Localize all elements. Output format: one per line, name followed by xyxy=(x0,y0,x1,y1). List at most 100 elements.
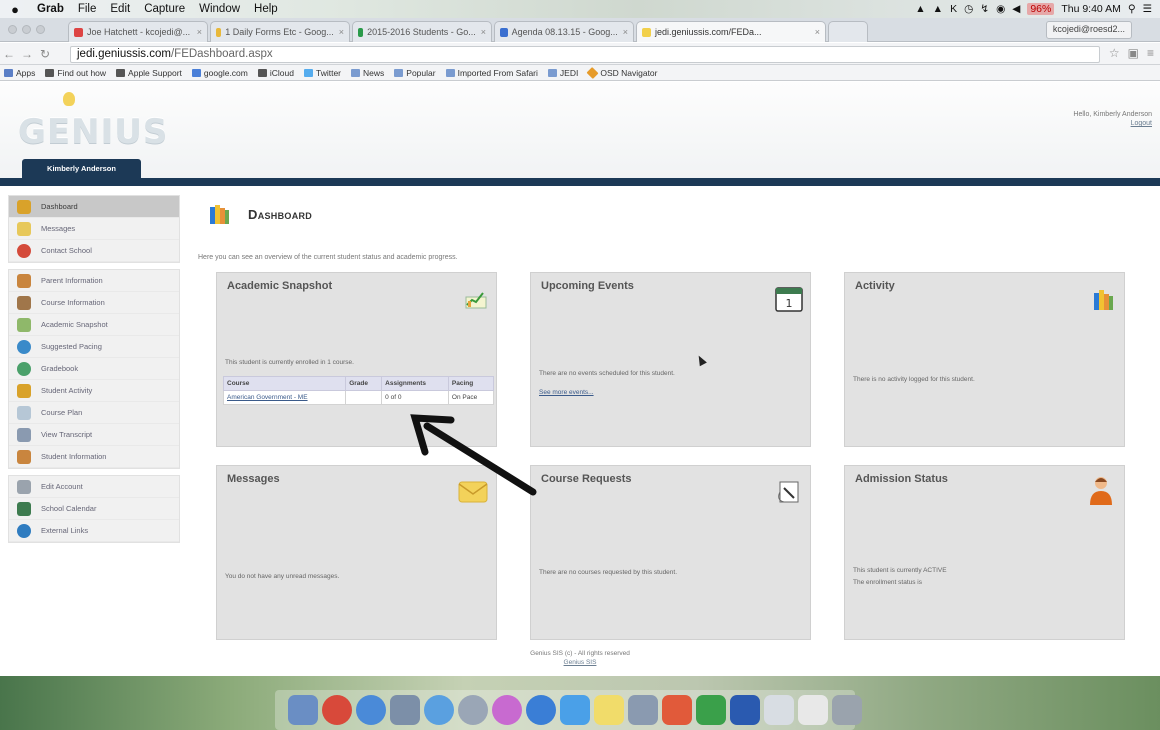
close-tab-icon[interactable]: × xyxy=(810,27,820,37)
preview-icon[interactable] xyxy=(628,695,658,725)
bookmark-news[interactable]: News xyxy=(351,68,384,78)
bookmark-imported-safari[interactable]: Imported From Safari xyxy=(445,68,538,78)
parent-icon xyxy=(17,273,31,288)
sidebar-item-academic-snapshot[interactable]: Academic Snapshot xyxy=(9,314,179,336)
photos-icon[interactable] xyxy=(390,695,420,725)
logout-link[interactable]: Logout xyxy=(1073,119,1152,128)
sidebar-item-external-links[interactable]: External Links xyxy=(9,520,179,542)
user-tab[interactable]: Kimberly Anderson xyxy=(22,159,141,178)
battery-indicator[interactable]: 96% xyxy=(1027,3,1055,15)
word-icon[interactable] xyxy=(730,695,760,725)
drive-icon xyxy=(216,27,222,37)
menu-icon[interactable]: ≡ xyxy=(1147,46,1154,60)
tab-daily-forms[interactable]: 1 Daily Forms Etc - Goog... × xyxy=(210,21,350,42)
sidebar-item-parent-information[interactable]: Parent Information xyxy=(9,270,179,292)
timemachine-icon[interactable]: ◷ xyxy=(964,3,973,15)
close-tab-icon[interactable]: × xyxy=(334,27,344,37)
trash-icon[interactable] xyxy=(832,695,862,725)
sidebar-item-dashboard[interactable]: Dashboard xyxy=(9,196,179,218)
app-store-icon[interactable] xyxy=(526,695,556,725)
sidebar-item-gradebook[interactable]: Gradebook xyxy=(9,358,179,380)
close-tab-icon[interactable]: × xyxy=(192,27,202,37)
finder-icon[interactable] xyxy=(288,695,318,725)
sidebar-item-messages[interactable]: Messages xyxy=(9,218,179,240)
downloads-icon[interactable] xyxy=(798,695,828,725)
itunes-icon[interactable] xyxy=(492,695,522,725)
forward-icon[interactable]: → xyxy=(18,47,36,61)
sidebar-item-course-information[interactable]: Course Information xyxy=(9,292,179,314)
reload-icon[interactable]: ↻ xyxy=(36,47,54,61)
bookmark-apple-support[interactable]: Apple Support xyxy=(116,68,182,78)
minimize-window-button[interactable] xyxy=(22,25,31,34)
sidebar-item-suggested-pacing[interactable]: Suggested Pacing xyxy=(9,336,179,358)
bookmark-osd-navigator[interactable]: OSD Navigator xyxy=(586,66,658,79)
menu-help[interactable]: Help xyxy=(247,3,285,15)
system-preferences-icon[interactable] xyxy=(458,695,488,725)
url-input[interactable]: jedi.geniussis.com/FEDashboard.aspx xyxy=(70,46,1100,63)
sidebar-item-student-activity[interactable]: Student Activity xyxy=(9,380,179,402)
see-more-events-link[interactable]: See more events... xyxy=(539,389,594,396)
apple-icon[interactable]: ● xyxy=(0,2,30,17)
close-tab-icon[interactable]: × xyxy=(476,27,486,37)
tab-genius-dashboard[interactable]: jedi.geniussis.com/FEDa... × xyxy=(636,21,826,42)
bookmark-find-out-how[interactable]: Find out how xyxy=(45,68,106,78)
new-tab-button[interactable] xyxy=(828,21,868,42)
course-link[interactable]: American Government - ME xyxy=(222,390,347,405)
sidebar-item-course-plan[interactable]: Course Plan xyxy=(9,402,179,424)
sidebar-item-edit-account[interactable]: Edit Account xyxy=(9,476,179,498)
column-header: Course xyxy=(222,376,347,391)
menu-window[interactable]: Window xyxy=(192,3,247,15)
close-window-button[interactable] xyxy=(8,25,17,34)
close-tab-icon[interactable]: × xyxy=(618,27,628,37)
bookmark-google[interactable]: google.com xyxy=(191,68,248,78)
notification-icon[interactable]: ☰ xyxy=(1143,3,1152,15)
document-icon[interactable] xyxy=(764,695,794,725)
bookmark-star-icon[interactable]: ☆ xyxy=(1109,46,1120,60)
docs-icon xyxy=(500,27,508,37)
tab-agenda[interactable]: Agenda 08.13.15 - Goog... × xyxy=(494,21,634,42)
menu-grab[interactable]: Grab xyxy=(30,3,71,15)
bookmark-jedi[interactable]: JEDI xyxy=(547,68,578,78)
bookmark-label: Apple Support xyxy=(128,67,182,78)
chrome-icon[interactable] xyxy=(322,695,352,725)
sidebar-item-label: Course Information xyxy=(41,298,105,307)
bookmark-popular[interactable]: Popular xyxy=(394,68,436,78)
sidebar-item-school-calendar[interactable]: School Calendar xyxy=(9,498,179,520)
menu-capture[interactable]: Capture xyxy=(137,3,192,15)
bookmark-twitter[interactable]: Twitter xyxy=(303,68,341,78)
notes-icon[interactable] xyxy=(594,695,624,725)
dropbox-icon[interactable]: ▲ xyxy=(915,3,925,15)
safari-icon[interactable] xyxy=(356,695,386,725)
folder-icon xyxy=(351,68,361,77)
excel-icon[interactable] xyxy=(696,695,726,725)
menu-edit[interactable]: Edit xyxy=(103,3,137,15)
profile-button[interactable]: kcojedi@roesd2... xyxy=(1045,21,1132,39)
tab-label: 2015-2016 Students - Go... xyxy=(367,27,476,37)
powerpoint-icon[interactable] xyxy=(662,695,692,725)
extension-icon[interactable]: ▣ xyxy=(1128,46,1139,60)
bookmark-apps[interactable]: Apps xyxy=(4,68,35,78)
sidebar-item-view-transcript[interactable]: View Transcript xyxy=(9,424,179,446)
tab-gmail[interactable]: Joe Hatchett - kcojedi@... × xyxy=(68,21,208,42)
menu-file[interactable]: File xyxy=(71,3,104,15)
sidebar-item-contact-school[interactable]: Contact School xyxy=(9,240,179,262)
back-icon[interactable]: ← xyxy=(0,47,18,61)
volume-icon[interactable]: ◀ xyxy=(1012,3,1020,15)
footer-link[interactable]: Genius SIS xyxy=(0,658,1160,667)
k-icon[interactable]: K xyxy=(950,3,957,15)
bookmark-icloud[interactable]: iCloud xyxy=(257,68,294,78)
genius-logo[interactable]: GENIUS xyxy=(18,92,168,152)
apple-icon xyxy=(116,68,126,77)
tab-students[interactable]: 2015-2016 Students - Go... × xyxy=(352,21,492,42)
drive-icon[interactable]: ▲ xyxy=(933,3,943,15)
bluetooth-icon[interactable]: ↯ xyxy=(980,3,989,15)
zoom-window-button[interactable] xyxy=(36,25,45,34)
clock[interactable]: Thu 9:40 AM xyxy=(1061,3,1121,15)
facetime-icon[interactable] xyxy=(424,695,454,725)
spotlight-icon[interactable]: ⚲ xyxy=(1128,3,1136,15)
wifi-icon[interactable]: ◉ xyxy=(996,3,1005,15)
mail-icon[interactable] xyxy=(560,695,590,725)
upcoming-events-panel: Upcoming Events 1 There are no events sc… xyxy=(530,272,811,447)
lifebuoy-icon xyxy=(17,243,31,258)
sidebar-item-student-information[interactable]: Student Information xyxy=(9,446,179,468)
